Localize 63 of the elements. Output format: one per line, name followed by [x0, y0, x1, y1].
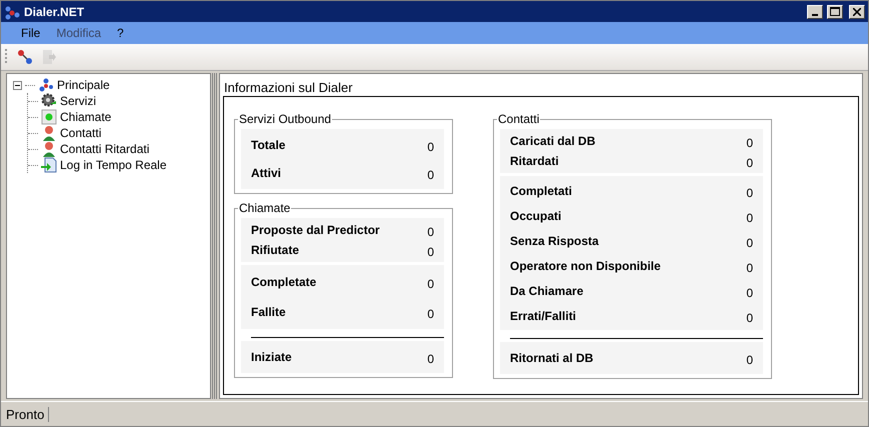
stat-label: Operatore non Disponibile — [510, 258, 661, 272]
person-icon — [41, 125, 57, 141]
stat-value: 0 — [746, 186, 753, 200]
splitter[interactable] — [212, 73, 218, 399]
maximize-button[interactable] — [827, 4, 843, 18]
network-icon — [38, 77, 54, 93]
stat-label: Proposte dal Predictor — [251, 223, 380, 237]
stat-label: Completate — [251, 275, 316, 289]
status-text: Pronto — [6, 406, 50, 422]
stat-label: Ritardati — [510, 154, 559, 168]
stat-label: Senza Risposta — [510, 234, 599, 248]
window-title: Dialer.NET — [24, 4, 86, 18]
stat-value: 0 — [427, 225, 434, 239]
group-title: Contatti — [497, 113, 540, 126]
stat-label: Da Chiamare — [510, 284, 584, 298]
stat-label: Ritornati al DB — [510, 351, 594, 365]
tree-item[interactable]: Contatti Ritardati — [60, 142, 150, 156]
app-icon — [4, 4, 20, 20]
maximize-icon — [830, 7, 840, 16]
stat-value: 0 — [427, 245, 434, 259]
stat-value: 0 — [746, 236, 753, 250]
stat-label: Iniziate — [251, 350, 292, 364]
stat-label: Fallite — [251, 305, 286, 319]
stat-value: 0 — [746, 156, 753, 170]
tree-item[interactable]: Chiamate — [60, 110, 112, 124]
stat-value: 0 — [427, 168, 434, 182]
stat-value: 0 — [746, 353, 753, 367]
stat-value: 0 — [427, 140, 434, 154]
close-icon — [853, 8, 861, 16]
stat-value: 0 — [746, 136, 753, 150]
stat-value: 0 — [746, 210, 753, 224]
stat-label: Completati — [510, 184, 572, 198]
stat-value: 0 — [746, 310, 753, 324]
stat-value: 0 — [427, 277, 434, 291]
stat-value: 0 — [427, 352, 434, 366]
stat-label: Totale — [251, 138, 286, 152]
person-icon — [41, 141, 57, 157]
menu-item[interactable]: File — [13, 26, 48, 40]
stat-value: 0 — [746, 260, 753, 274]
tree-item[interactable]: Log in Tempo Reale — [60, 158, 167, 172]
connect-button[interactable] — [15, 47, 35, 67]
minimize-button[interactable] — [807, 4, 823, 18]
tree-item[interactable]: Servizi — [60, 94, 96, 108]
panel-title: Informazioni sul Dialer — [223, 80, 354, 95]
close-button[interactable] — [849, 4, 865, 18]
group-title: Servizi Outbound — [238, 113, 332, 126]
menu-item[interactable]: ? — [109, 26, 132, 40]
stat-label: Rifiutate — [251, 243, 299, 257]
minus-icon — [15, 82, 20, 88]
document-arrow-icon — [41, 157, 57, 173]
stat-label: Caricati dal DB — [510, 134, 596, 148]
tree-item[interactable]: Principale — [57, 78, 110, 92]
stat-value: 0 — [746, 286, 753, 300]
stat-label: Errati/Falliti — [510, 308, 576, 322]
minimize-icon — [812, 14, 818, 16]
status-light-icon — [41, 109, 57, 125]
collapse-toggle[interactable] — [13, 80, 22, 90]
tree-item[interactable]: Contatti — [60, 126, 102, 140]
stat-value: 0 — [427, 307, 434, 321]
group-title: Chiamate — [238, 202, 292, 215]
stat-label: Occupati — [510, 208, 562, 222]
stat-label: Attivi — [251, 166, 281, 180]
gear-icon — [41, 93, 57, 109]
